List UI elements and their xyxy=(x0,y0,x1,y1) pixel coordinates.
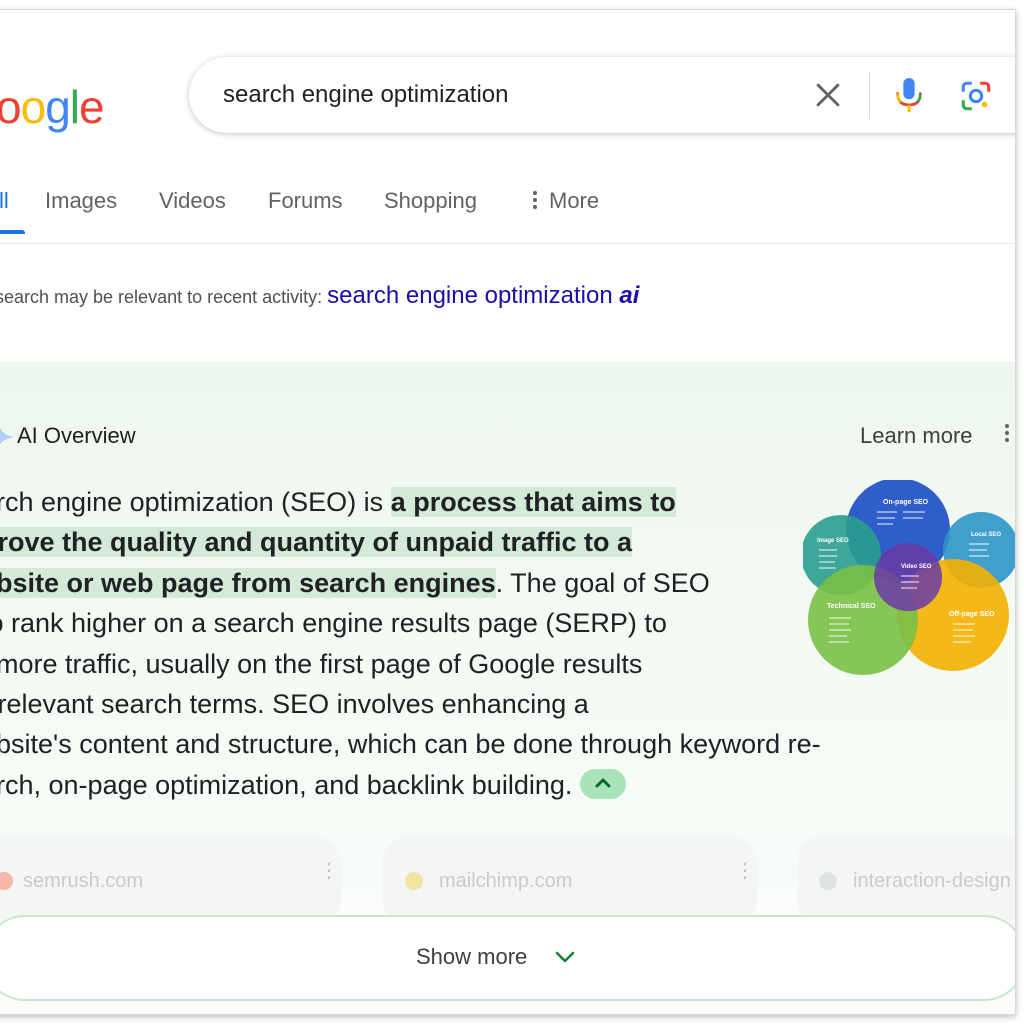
mailchimp-favicon-icon xyxy=(405,872,423,890)
tab-videos[interactable]: Videos xyxy=(159,188,226,214)
seo-venn-diagram-image[interactable]: On-page SEO Image SEO Local SEO Video SE… xyxy=(803,480,1016,680)
ai-highlight-3: ebsite or web page from search engines xyxy=(0,567,496,598)
venn-image-label: Image SEO xyxy=(817,538,849,544)
ai-highlight-2: prove the quality and quantity of unpaid… xyxy=(0,527,633,558)
tab-forums[interactable]: Forums xyxy=(268,188,343,214)
tab-shopping[interactable]: Shopping xyxy=(384,188,477,214)
tab-images[interactable]: Images xyxy=(45,188,117,214)
show-more-button[interactable]: Show more xyxy=(0,915,1015,1001)
logo-letter-e: e xyxy=(79,81,105,133)
logo-letter-o1: o xyxy=(0,80,22,134)
search-input[interactable]: search engine optimization xyxy=(223,81,509,109)
search-box[interactable]: search engine optimization xyxy=(189,57,1015,133)
more-vert-icon xyxy=(533,191,537,209)
recent-link-text: search engine optimization xyxy=(327,282,613,309)
ai-text-line7: ebsite's content and structure, which ca… xyxy=(0,729,821,760)
recent-activity-text: s search may be relevant to recent activ… xyxy=(0,287,323,307)
ai-text-part1: arch engine optimization (SEO) is xyxy=(0,487,391,517)
semrush-favicon-icon xyxy=(0,872,13,890)
show-more-label: Show more xyxy=(416,944,528,969)
tab-all[interactable]: ll xyxy=(0,188,9,214)
search-tabs: ll Images Videos Forums Shopping More T xyxy=(0,178,1015,244)
ai-overview-text: arch engine optimization (SEO) is a proc… xyxy=(0,482,941,805)
venn-onpage-label: On-page SEO xyxy=(883,499,929,506)
interaction-design-favicon-icon xyxy=(819,872,837,890)
source-name: semrush.com xyxy=(23,870,144,892)
recent-activity-link[interactable]: search engine optimization ai xyxy=(327,282,639,309)
tabs-divider xyxy=(0,243,1015,244)
clear-icon[interactable] xyxy=(811,78,845,112)
ai-text-line6: r relevant search terms. SEO involves en… xyxy=(0,689,589,720)
ai-text-line8: arch, on-page optimization, and backlink… xyxy=(0,769,573,800)
chevron-up-icon xyxy=(595,778,611,788)
source-menu-icon[interactable]: ⋮ xyxy=(735,858,755,883)
ai-text-part2: . The goal of SEO xyxy=(495,567,710,598)
tab-more[interactable]: More xyxy=(531,188,599,214)
google-lens-icon[interactable] xyxy=(959,79,993,113)
google-logo[interactable]: oogle xyxy=(0,80,105,134)
ai-highlight-1: a process that aims to xyxy=(390,487,676,517)
microphone-icon[interactable] xyxy=(892,75,926,115)
browser-frame: oogle search engine optimization ll Imag… xyxy=(0,9,1016,1015)
chevron-down-icon xyxy=(555,951,575,963)
source-card-semrush[interactable]: semrush.com ⋮ xyxy=(0,836,341,926)
venn-technical-label: Technical SEO xyxy=(827,603,876,610)
ai-text-line5: t more traffic, usually on the first pag… xyxy=(0,648,643,679)
source-name: interaction-design xyxy=(853,870,1011,892)
tab-more-label: More xyxy=(549,188,600,213)
logo-letter-g: g xyxy=(45,81,71,133)
active-tab-indicator xyxy=(0,230,25,234)
source-name: mailchimp.com xyxy=(439,870,573,892)
venn-offpage-label: Off-page SEO xyxy=(949,611,995,618)
ai-sparkle-icon xyxy=(0,428,15,445)
source-card-mailchimp[interactable]: mailchimp.com ⋮ xyxy=(383,836,757,926)
ai-overview-title: AI Overview xyxy=(17,423,136,448)
ai-overview-menu-icon[interactable] xyxy=(1003,422,1011,449)
learn-more-link[interactable]: Learn more xyxy=(860,423,973,449)
recent-activity-notice: s search may be relevant to recent activ… xyxy=(0,282,639,310)
venn-local-label: Local SEO xyxy=(971,532,1001,538)
collapse-button[interactable] xyxy=(580,768,627,799)
venn-video-label: Video SEO xyxy=(901,564,932,570)
source-card-interaction-design[interactable]: interaction-design xyxy=(797,836,1015,926)
logo-letter-o2: o xyxy=(20,81,47,133)
ai-overview-panel: AI Overview Learn more arch engine optim… xyxy=(0,362,1015,1014)
source-cards: semrush.com ⋮ mailchimp.com ⋮ interactio… xyxy=(0,836,1015,926)
venn-video-circle xyxy=(874,543,942,611)
ai-text-line4: to rank higher on a search engine result… xyxy=(0,608,667,639)
source-menu-icon[interactable]: ⋮ xyxy=(319,858,339,883)
recent-link-suffix: ai xyxy=(619,282,640,309)
logo-letter-l: l xyxy=(69,81,80,133)
searchbox-divider xyxy=(869,71,870,119)
